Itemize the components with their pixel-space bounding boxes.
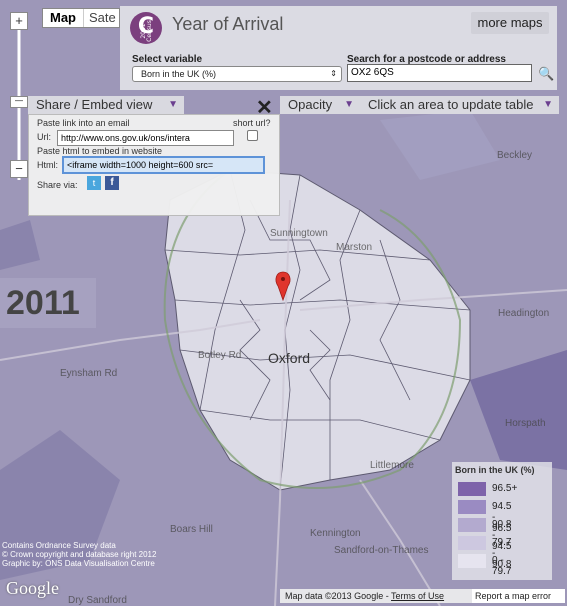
place-label-kennington: Kennington	[310, 528, 361, 539]
place-label-eynsham: Eynsham Rd	[60, 368, 118, 379]
google-logo: Google	[6, 578, 59, 598]
zoom-handle[interactable]: —	[10, 96, 28, 108]
dropdown-arrow-icon: ▼	[344, 99, 354, 110]
click-area-dropdown[interactable]: Click an area to update table ▼	[360, 96, 559, 114]
html-embed-field[interactable]: <iframe width=1000 height=600 src=	[62, 156, 265, 174]
html-label: Html:	[37, 160, 58, 170]
map-type-control: Map Sate	[42, 8, 120, 28]
zoom-in-button[interactable]: +	[10, 12, 28, 30]
more-maps-button[interactable]: more maps	[471, 12, 549, 34]
year-label: 2011	[0, 278, 96, 328]
variable-label: Select variable	[132, 54, 203, 65]
place-label-boars-hill: Boars Hill	[170, 524, 213, 535]
legend-swatch	[458, 536, 486, 550]
map-data-attribution: Map data ©2013 Google - Terms of Use	[280, 589, 476, 603]
legend-title: Born in the UK (%)	[455, 465, 535, 475]
zoom-out-button[interactable]: −	[10, 160, 28, 178]
page-title: Year of Arrival	[172, 14, 284, 34]
share-embed-dropdown[interactable]: Share / Embed view ▼	[28, 96, 184, 114]
share-panel: Paste link into an email short url? Url:…	[28, 114, 280, 216]
legend-swatch	[458, 500, 486, 514]
control-bar: Share / Embed view ▼ Opacity ▼ Click an ar…	[28, 96, 559, 114]
url-label: Url:	[37, 132, 51, 142]
place-label-oxford: Oxford	[268, 350, 311, 366]
legend-label: 96.5+	[492, 483, 518, 494]
report-map-error-link[interactable]: Report a map error	[472, 589, 565, 603]
place-label-botley: Botley Rd	[198, 350, 242, 361]
place-label-sandford: Sandford-on-Thames	[334, 545, 429, 556]
chevron-updown-icon: ⇕	[330, 69, 337, 78]
place-label-dry-sandford: Dry Sandford	[68, 595, 127, 606]
facebook-icon[interactable]: f	[105, 176, 119, 190]
legend-swatch	[458, 518, 486, 532]
share-via-label: Share via:	[37, 180, 78, 190]
paste-html-label: Paste html to embed in website	[37, 146, 163, 156]
place-label-marston: Marston	[336, 242, 373, 253]
map-type-map-button[interactable]: Map	[43, 9, 83, 27]
short-url-label: short url?	[233, 118, 271, 128]
short-url-checkbox[interactable]	[247, 130, 258, 141]
search-icon[interactable]: 🔍	[538, 66, 554, 82]
place-label-headington: Headington	[498, 308, 550, 319]
place-label-beckley: Beckley	[497, 150, 533, 161]
legend-swatch	[458, 482, 486, 496]
postcode-search-input[interactable]: OX2 6QS	[347, 64, 532, 82]
copyright-text: Contains Ordnance Survey data © Crown co…	[2, 541, 157, 568]
url-field[interactable]: http://www.ons.gov.uk/ons/intera	[57, 130, 234, 146]
terms-of-use-link[interactable]: Terms of Use	[391, 591, 444, 601]
legend: Born in the UK (%) 96.5+ 94.5 - 96.5 90.…	[452, 462, 552, 580]
header-bar: 2011 Census C Year of Arrival more maps …	[120, 6, 557, 90]
census-logo: 2011 Census C	[130, 12, 162, 44]
dropdown-arrow-icon: ▼	[543, 99, 553, 110]
map-type-satellite-button[interactable]: Sate	[83, 9, 125, 27]
place-label-sunningtown: Sunningtown	[270, 228, 328, 239]
variable-select[interactable]: Born in the UK (%) ⇕	[132, 66, 342, 82]
paste-link-label: Paste link into an email	[37, 118, 130, 128]
twitter-icon[interactable]: t	[87, 176, 101, 190]
legend-label: 0 - 79.7	[492, 555, 512, 577]
dropdown-arrow-icon: ▼	[168, 99, 178, 110]
place-label-horspath: Horspath	[505, 418, 546, 429]
opacity-dropdown[interactable]: Opacity ▼	[280, 96, 360, 114]
legend-swatch	[458, 554, 486, 568]
place-label-littlemore: Littlemore	[370, 460, 414, 471]
